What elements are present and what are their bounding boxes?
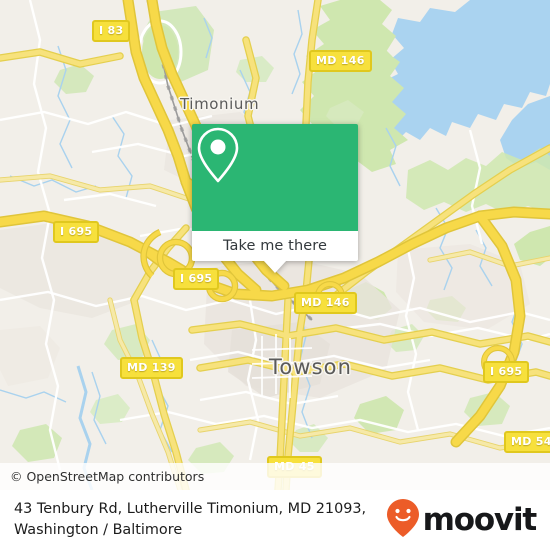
highway-shield-md146-south: MD 146 <box>294 292 357 314</box>
highway-shield-md542: MD 542 <box>504 431 550 453</box>
map-attribution[interactable]: © OpenStreetMap contributors <box>0 463 550 490</box>
moovit-pin-smiley-icon <box>386 498 420 543</box>
moovit-map-screen: Timonium Towson I 83 MD 146 I 695 I 695 … <box>0 0 550 550</box>
map-canvas[interactable]: Timonium Towson I 83 MD 146 I 695 I 695 … <box>0 0 550 490</box>
highway-shield-i695-west: I 695 <box>53 221 100 243</box>
popup-pointer <box>263 260 287 273</box>
map-marker-popup[interactable]: Take me there <box>192 124 358 273</box>
take-me-there-label: Take me there <box>222 238 328 254</box>
highway-shield-md146-north: MD 146 <box>309 50 372 72</box>
highway-shield-md139: MD 139 <box>120 357 183 379</box>
popup-header <box>192 124 358 231</box>
address-line-2: Washington / Baltimore <box>14 522 183 538</box>
take-me-there-button[interactable]: Take me there <box>192 231 358 273</box>
moovit-logo[interactable]: moovit <box>386 498 538 543</box>
attribution-text: © OpenStreetMap contributors <box>10 469 205 484</box>
footer-bar: 43 Tenbury Rd, Lutherville Timonium, MD … <box>0 490 550 550</box>
address-block: 43 Tenbury Rd, Lutherville Timonium, MD … <box>14 499 366 541</box>
highway-shield-i695-east: I 695 <box>483 361 530 383</box>
highway-shield-i83: I 83 <box>92 20 131 42</box>
moovit-wordmark: moovit <box>422 501 538 538</box>
address-line-1: 43 Tenbury Rd, Lutherville Timonium, MD … <box>14 501 367 517</box>
highway-shield-i695-center: I 695 <box>173 268 220 290</box>
